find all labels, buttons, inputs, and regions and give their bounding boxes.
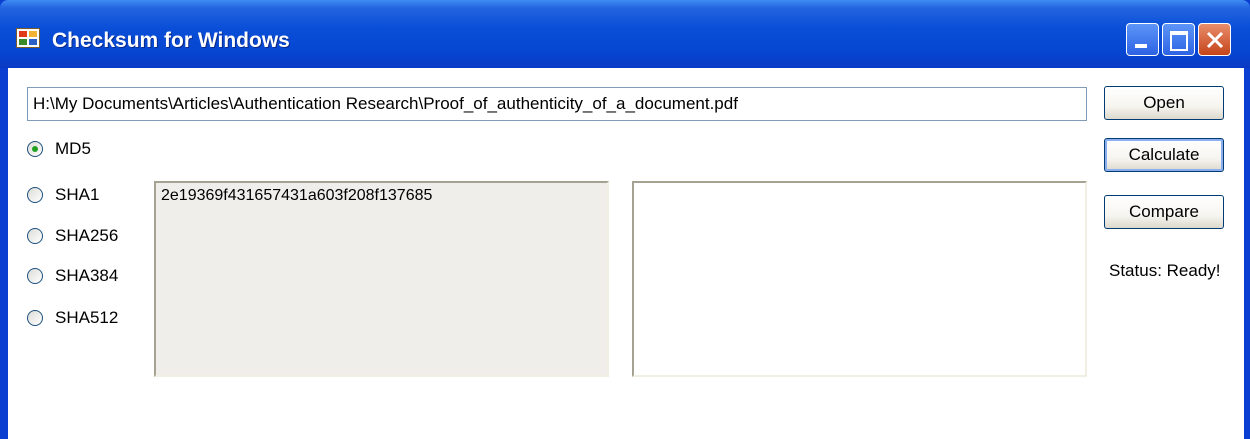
minimize-button[interactable] xyxy=(1126,23,1159,56)
maximize-icon xyxy=(1170,31,1188,51)
maximize-button[interactable] xyxy=(1162,23,1195,56)
status-label: Status: Ready! xyxy=(1109,261,1221,280)
app-window: Checksum for Windows Open Calculate Comp… xyxy=(0,0,1250,439)
radio-sha256-circle[interactable] xyxy=(27,228,43,244)
calculated-hash-output[interactable]: 2e19369f431657431a603f208f137685 xyxy=(154,181,609,377)
client-area: Open Calculate Compare MD5 SHA1 SHA256 S… xyxy=(8,68,1244,439)
file-path-input[interactable] xyxy=(27,87,1087,121)
radio-sha1-circle[interactable] xyxy=(27,187,43,203)
calculate-button[interactable]: Calculate xyxy=(1104,138,1224,172)
app-icon[interactable] xyxy=(16,28,40,48)
radio-sha512-circle[interactable] xyxy=(27,310,43,326)
compare-button[interactable]: Compare xyxy=(1104,195,1224,229)
close-icon xyxy=(1206,31,1224,49)
close-button[interactable] xyxy=(1198,23,1231,56)
radio-sha384-circle[interactable] xyxy=(27,268,43,284)
radio-sha384-label[interactable]: SHA384 xyxy=(55,266,118,286)
minimize-icon xyxy=(1135,44,1147,48)
compare-hash-input[interactable] xyxy=(632,181,1087,377)
radio-selected-dot xyxy=(32,146,38,152)
radio-sha256-label[interactable]: SHA256 xyxy=(55,226,118,246)
title-bar[interactable]: Checksum for Windows xyxy=(0,0,1250,68)
radio-sha512-label[interactable]: SHA512 xyxy=(55,308,118,328)
radio-md5-circle[interactable] xyxy=(27,141,43,157)
open-button[interactable]: Open xyxy=(1104,86,1224,120)
radio-sha1-label[interactable]: SHA1 xyxy=(55,185,99,205)
window-title: Checksum for Windows xyxy=(52,29,290,52)
radio-md5-label[interactable]: MD5 xyxy=(55,139,91,159)
